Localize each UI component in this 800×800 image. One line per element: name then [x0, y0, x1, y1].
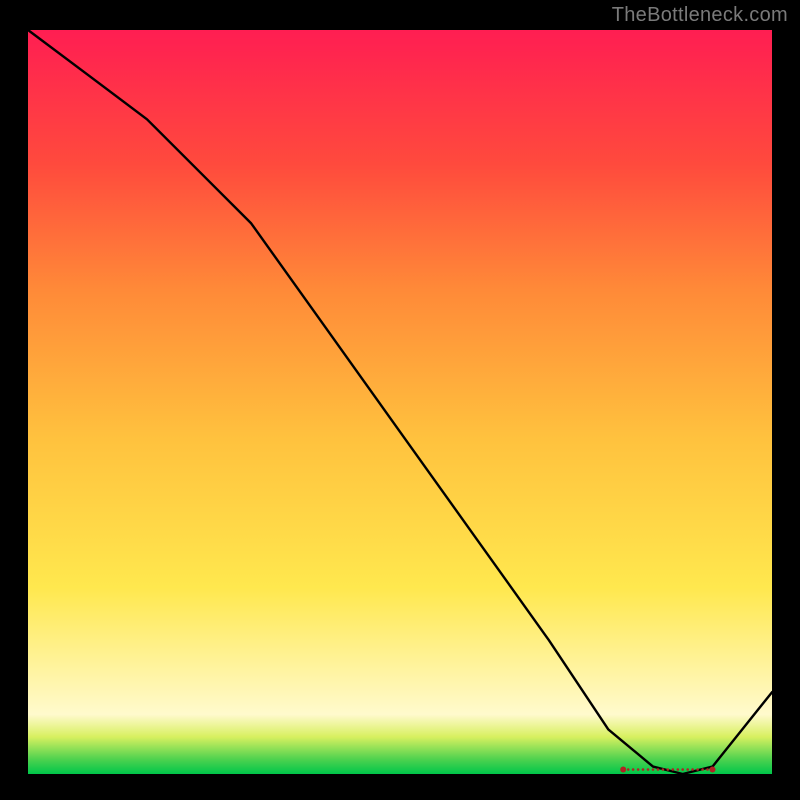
- chart-line: [28, 30, 772, 774]
- chart-area: [28, 30, 772, 774]
- watermark-text: TheBottleneck.com: [612, 4, 788, 27]
- chart-svg: [28, 30, 772, 774]
